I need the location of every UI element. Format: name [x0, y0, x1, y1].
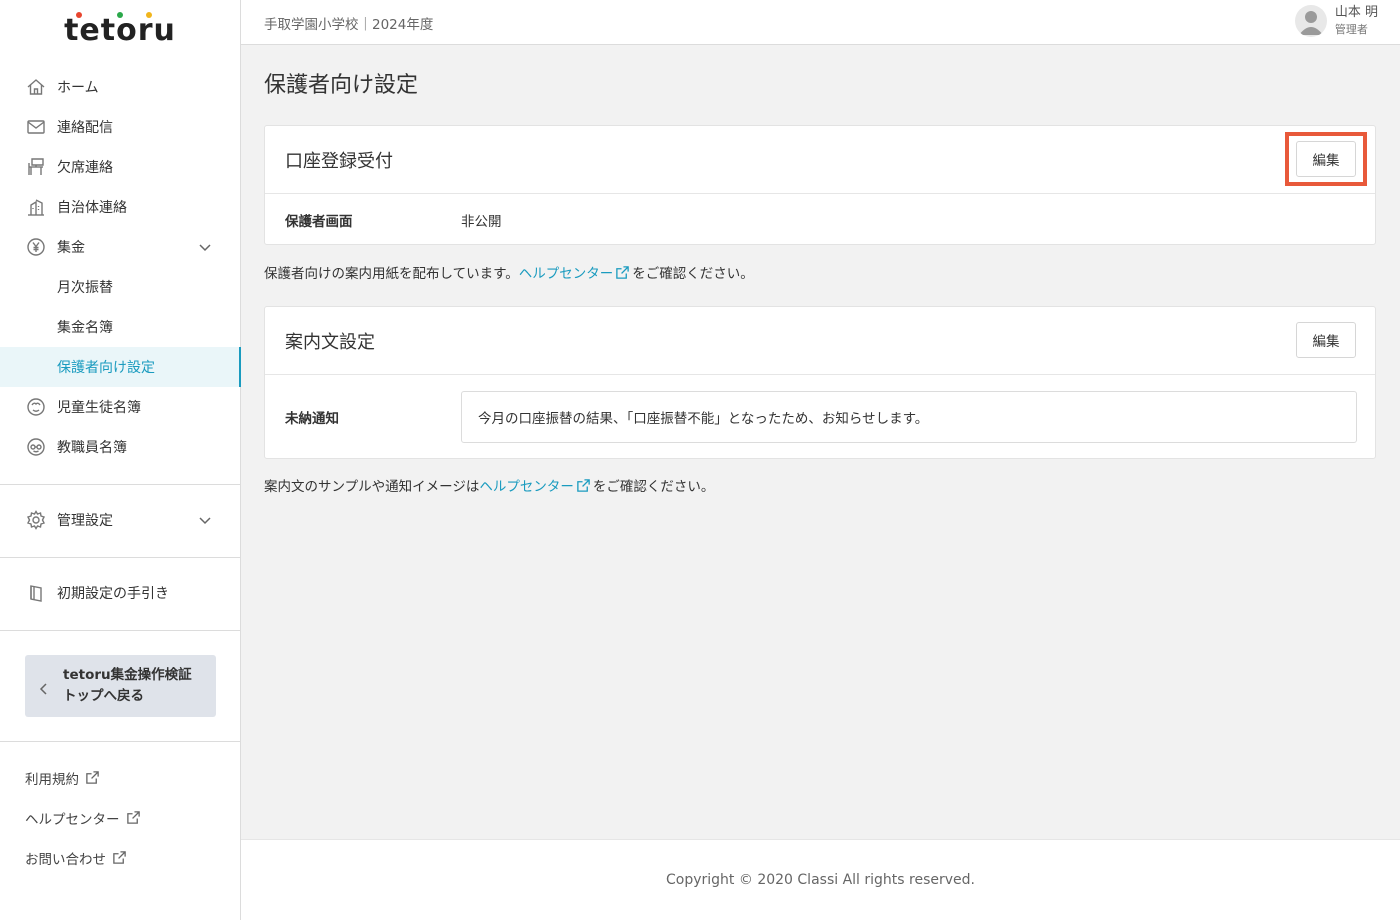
sidebar-item-teacher-roster[interactable]: 教職員名簿 [0, 427, 240, 467]
top-bar: 手取学園小学校｜2024年度 山本 明 管理者 [241, 0, 1400, 45]
absence-icon [25, 156, 47, 178]
user-role: 管理者 [1334, 23, 1368, 36]
school-name: 手取学園小学校｜2024年度 [264, 17, 434, 33]
sidebar-item-municipality[interactable]: 自治体連絡 [0, 187, 240, 227]
help-note-1: 保護者向けの案内用紙を配布しています。 ヘルプセンター をご確認ください。 [264, 262, 754, 282]
help-note-2-text: 案内文のサンプルや通知イメージは [264, 479, 480, 495]
back-button-line1: tetoru集金操作検証 [63, 667, 192, 683]
sidebar-item-admin-settings[interactable]: 管理設定 [0, 500, 240, 540]
unpaid-notice-text: 今月の口座振替の結果、「口座振替不能」となったため、お知らせします。 [461, 391, 1357, 443]
book-icon [25, 582, 47, 604]
mail-icon [25, 116, 47, 138]
sidebar-item-label: 集金名簿 [57, 320, 113, 336]
external-link-icon [112, 850, 128, 866]
gear-icon [25, 509, 47, 531]
sidebar-item-monthly-transfer[interactable]: 月次振替 [0, 267, 240, 307]
sidebar-item-student-roster[interactable]: 児童生徒名簿 [0, 387, 240, 427]
sidebar-item-collection[interactable]: 集金 [0, 227, 240, 267]
guide-text-title: 案内文設定 [285, 331, 375, 353]
back-button-label: tetoru集金操作検証 トップへ戻る [63, 665, 192, 707]
student-icon [25, 396, 47, 418]
help-note-1-text: 保護者向けの案内用紙を配布しています。 [264, 266, 519, 282]
guardian-screen-value: 非公開 [461, 213, 502, 230]
user-name: 山本 明 [1334, 5, 1378, 20]
building-icon [25, 196, 47, 218]
chevron-down-icon[interactable] [198, 513, 212, 527]
unpaid-notice-label: 未納通知 [285, 411, 339, 427]
terms-link[interactable]: 利用規約 [25, 768, 101, 788]
sidebar-item-label: 欠席連絡 [57, 160, 113, 176]
sidebar-item-label: 自治体連絡 [57, 200, 127, 216]
sidebar-nav: ホーム 連絡配信 欠席連絡 自治体連絡 集金 月次振替 集金名簿 保護者向け設定 [0, 67, 241, 467]
guide-text-card: 案内文設定 編集 未納通知 今月の口座振替の結果、「口座振替不能」となったため、… [264, 306, 1376, 459]
sidebar-item-label: 教職員名簿 [57, 440, 127, 456]
edit-button-highlight [1285, 132, 1367, 186]
help-note-1-after: をご確認ください。 [632, 266, 754, 282]
chevron-left-icon [39, 680, 51, 695]
sidebar-item-home[interactable]: ホーム [0, 67, 240, 107]
sidebar-divider [0, 741, 240, 742]
copyright-text: Copyright © 2020 Classi All rights reser… [666, 872, 975, 888]
help-note-2: 案内文のサンプルや通知イメージは ヘルプセンター をご確認ください。 [264, 475, 714, 495]
sidebar-item-guardian-settings[interactable]: 保護者向け設定 [0, 347, 241, 387]
external-link-icon [576, 478, 591, 493]
logo-dot-green [117, 12, 123, 18]
sidebar-divider [0, 557, 240, 558]
logo-dot-yellow [146, 12, 152, 18]
sidebar-item-label: 管理設定 [57, 513, 113, 529]
terms-link-label: 利用規約 [25, 772, 79, 788]
sidebar-item-setup-guide[interactable]: 初期設定の手引き [0, 573, 240, 613]
sidebar-item-label: 集金 [57, 240, 85, 256]
teacher-icon [25, 436, 47, 458]
yen-icon [25, 236, 47, 258]
sidebar-item-label: 保護者向け設定 [57, 360, 155, 376]
help-center-link[interactable]: ヘルプセンター [25, 808, 142, 828]
home-icon [25, 76, 47, 98]
sidebar-item-label: 連絡配信 [57, 120, 113, 136]
user-menu[interactable]: 山本 明 管理者 [1294, 4, 1378, 38]
sidebar: tetoru ホーム 連絡配信 欠席連絡 自治体連絡 集金 月次振替 集金名簿 … [0, 0, 241, 920]
help-center-inline-link[interactable]: ヘルプセンター [519, 262, 614, 282]
sidebar-item-collection-roster[interactable]: 集金名簿 [0, 307, 240, 347]
help-center-link-label: ヘルプセンター [25, 812, 120, 828]
sidebar-item-label: 初期設定の手引き [57, 586, 169, 602]
page-footer: Copyright © 2020 Classi All rights reser… [241, 839, 1400, 920]
guide-text-edit-button[interactable]: 編集 [1296, 322, 1356, 358]
sidebar-divider [0, 630, 240, 631]
avatar [1294, 5, 1327, 37]
sidebar-item-label: ホーム [57, 80, 99, 96]
external-link-icon [126, 810, 142, 826]
contact-link[interactable]: お問い合わせ [25, 848, 128, 868]
help-note-2-after: をご確認ください。 [592, 479, 715, 495]
back-to-top-button[interactable]: tetoru集金操作検証 トップへ戻る [25, 655, 216, 717]
sidebar-divider [0, 484, 240, 485]
external-link-icon [85, 770, 101, 786]
guardian-screen-label: 保護者画面 [285, 213, 353, 230]
sidebar-item-messages[interactable]: 連絡配信 [0, 107, 240, 147]
sidebar-item-absence[interactable]: 欠席連絡 [0, 147, 240, 187]
account-registration-card: 口座登録受付 編集 保護者画面 非公開 [264, 125, 1376, 245]
sidebar-item-label: 児童生徒名簿 [57, 400, 141, 416]
tetoru-logo[interactable]: tetoru [0, 0, 240, 60]
back-button-line2: トップへ戻る [63, 688, 144, 704]
external-link-icon [615, 265, 630, 280]
page-title: 保護者向け設定 [264, 73, 419, 98]
chevron-down-icon[interactable] [198, 240, 212, 254]
sidebar-item-label: 月次振替 [57, 280, 113, 296]
account-registration-title: 口座登録受付 [285, 150, 393, 172]
contact-link-label: お問い合わせ [25, 852, 106, 868]
help-center-inline-link[interactable]: ヘルプセンター [479, 475, 574, 495]
logo-dot-red [76, 12, 82, 18]
